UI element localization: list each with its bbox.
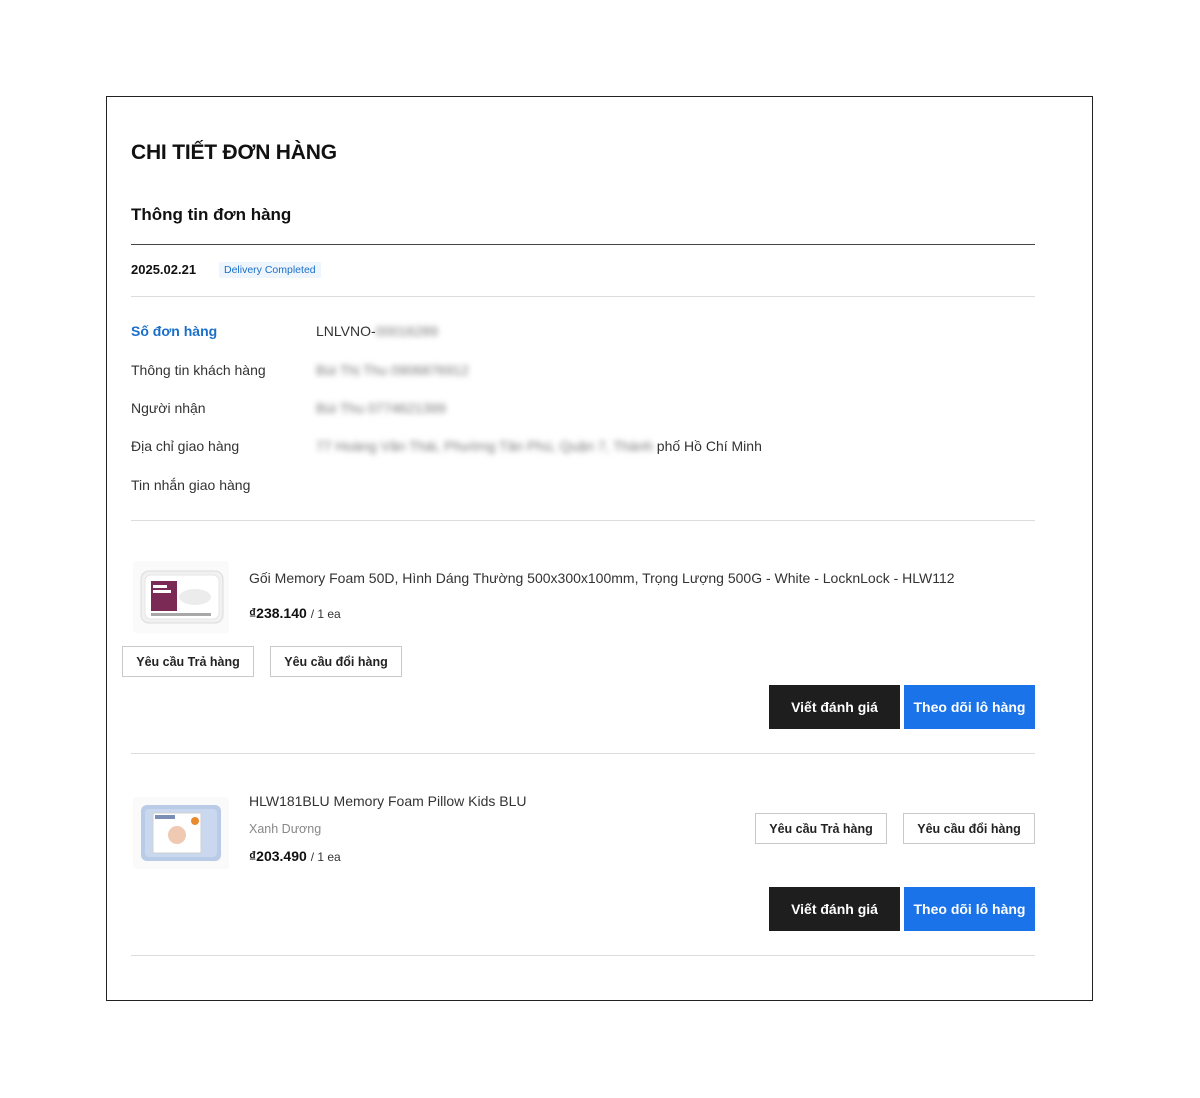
recipient-label: Người nhận	[131, 400, 206, 416]
exchange-request-button[interactable]: Yêu cầu đổi hàng	[903, 813, 1035, 844]
delivery-message-label: Tin nhắn giao hàng	[131, 477, 251, 493]
shipping-address-redacted: 77 Hoàng Văn Thái, Phường Tân Phú, Quận …	[316, 438, 653, 454]
page-title: CHI TIẾT ĐƠN HÀNG	[131, 141, 337, 164]
recipient-redacted: Bùi Thu 0774621399	[316, 400, 446, 416]
return-request-button[interactable]: Yêu cầu Trả hàng	[755, 813, 887, 844]
write-review-button[interactable]: Viết đánh giá	[769, 887, 900, 931]
product-variant: Xanh Dương	[249, 822, 322, 836]
order-date: 2025.02.21	[131, 262, 197, 277]
track-shipment-button[interactable]: Theo dõi lô hàng	[904, 685, 1035, 729]
order-number-label: Số đơn hàng	[131, 323, 218, 339]
section-title: Thông tin đơn hàng	[131, 205, 292, 224]
product-price: ₫203.490 / 1 ea	[249, 848, 341, 864]
quantity-unit: / 1 ea	[310, 850, 341, 864]
white-pillow-product-image[interactable]	[133, 561, 229, 633]
order-detail-panel: CHI TIẾT ĐƠN HÀNG Thông tin đơn hàng 202…	[106, 96, 1093, 1001]
divider	[131, 955, 1035, 956]
exchange-request-button[interactable]: Yêu cầu đổi hàng	[270, 646, 402, 677]
recipient-value: Bùi Thu 0774621399	[316, 400, 446, 416]
shipping-address-value: 77 Hoàng Văn Thái, Phường Tân Phú, Quận …	[316, 438, 762, 454]
quantity-unit: / 1 ea	[310, 607, 341, 621]
blue-kids-pillow-product-image[interactable]	[133, 797, 229, 869]
customer-info-value: Bùi Thị Thu 0906876912	[316, 362, 469, 378]
shipping-address-label: Địa chỉ giao hàng	[131, 438, 240, 454]
product-name[interactable]: HLW181BLU Memory Foam Pillow Kids BLU	[249, 793, 527, 809]
track-shipment-button[interactable]: Theo dõi lô hàng	[904, 887, 1035, 931]
order-number-value: LNLVNO-00016289	[316, 323, 438, 339]
divider	[131, 753, 1035, 754]
price-value: ₫238.140	[249, 605, 307, 621]
return-request-button[interactable]: Yêu cầu Trả hàng	[122, 646, 254, 677]
write-review-button[interactable]: Viết đánh giá	[769, 685, 900, 729]
order-number-redacted: 00016289	[375, 323, 438, 339]
divider	[131, 244, 1035, 245]
divider	[131, 520, 1035, 521]
status-badge: Delivery Completed	[219, 262, 321, 278]
price-value: ₫203.490	[249, 848, 307, 864]
product-name[interactable]: Gối Memory Foam 50D, Hình Dáng Thường 50…	[249, 570, 955, 586]
product-price: ₫238.140 / 1 ea	[249, 605, 341, 621]
customer-info-redacted: Bùi Thị Thu 0906876912	[316, 362, 469, 378]
divider	[131, 296, 1035, 297]
order-number-prefix: LNLVNO-	[316, 323, 376, 339]
shipping-address-city: phố Hồ Chí Minh	[656, 438, 762, 454]
customer-info-label: Thông tin khách hàng	[131, 362, 266, 378]
